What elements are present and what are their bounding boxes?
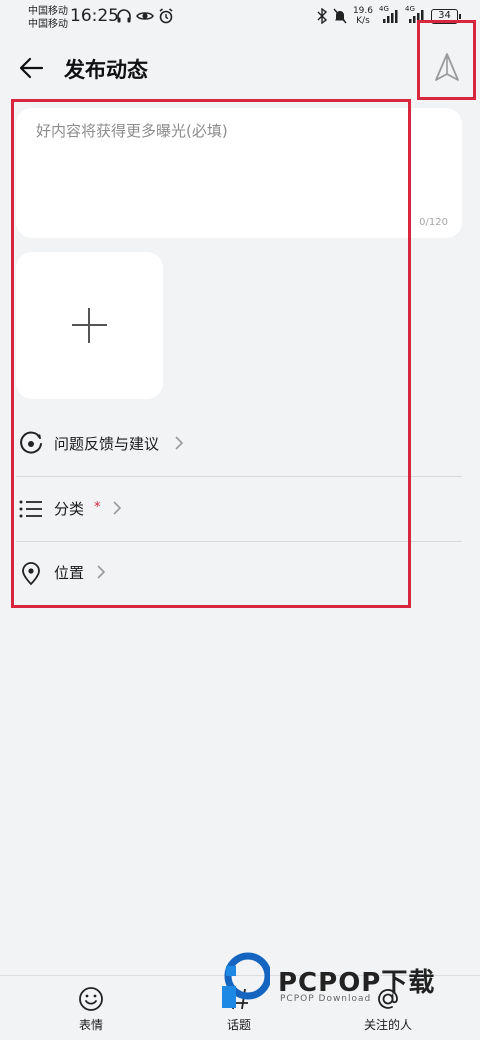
divider xyxy=(16,476,462,477)
location-row[interactable]: 位置 xyxy=(16,542,462,606)
feedback-row[interactable]: 问题反馈与建议 xyxy=(16,413,462,477)
add-image-button[interactable] xyxy=(16,252,163,399)
headphones-icon xyxy=(117,9,131,23)
topic-label: 话题 xyxy=(226,1018,251,1032)
location-pin-icon xyxy=(22,562,40,586)
emoji-label: 表情 xyxy=(78,1018,103,1032)
smiley-icon xyxy=(79,987,103,1011)
at-sign-icon xyxy=(378,989,398,1009)
send-icon[interactable] xyxy=(434,52,460,82)
status-icons-left xyxy=(116,8,174,24)
signal-1: 4G xyxy=(379,5,399,24)
net-speed-unit: K/s xyxy=(356,16,370,26)
clock: 16:25 xyxy=(70,6,119,26)
carrier-1: 中国移动 xyxy=(28,6,68,17)
page-title: 发布动态 xyxy=(64,58,148,82)
mute-icon xyxy=(333,8,347,24)
char-counter: 0/120 xyxy=(419,217,448,228)
plus-icon-vertical xyxy=(88,308,90,343)
location-label: 位置 xyxy=(54,564,85,582)
category-label: 分类 xyxy=(54,500,85,518)
net-speed-value: 19.6 xyxy=(352,6,373,16)
mention-button[interactable]: 关注的人 xyxy=(338,976,438,1040)
hashtag-icon xyxy=(229,988,249,1010)
emoji-button[interactable]: 表情 xyxy=(41,976,141,1040)
topic-button[interactable]: 话题 xyxy=(189,976,289,1040)
chevron-right-icon xyxy=(113,501,122,515)
feedback-icon xyxy=(20,431,42,454)
back-arrow-icon[interactable] xyxy=(16,52,48,84)
feedback-label: 问题反馈与建议 xyxy=(54,435,160,453)
content-editor: 0/120 xyxy=(16,108,462,238)
chevron-right-icon xyxy=(175,436,184,450)
chevron-right-icon xyxy=(97,565,106,579)
carrier-info: 中国移动 中国移动 xyxy=(28,5,68,31)
status-bar: 中国移动 中国移动 16:25 19.6 K/s 4G 4G 34 xyxy=(0,0,480,36)
category-row[interactable]: 分类 * xyxy=(16,478,462,542)
signal-1-label: 4G xyxy=(379,5,389,13)
bluetooth-icon xyxy=(317,8,327,24)
bottom-toolbar: 表情 话题 关注的人 xyxy=(0,975,480,1040)
carrier-2: 中国移动 xyxy=(28,19,68,30)
required-mark: * xyxy=(94,500,101,515)
net-speed: 19.6 K/s xyxy=(353,6,373,26)
eye-icon xyxy=(136,12,154,20)
alarm-icon xyxy=(159,8,173,24)
signal-2-label: 4G xyxy=(405,5,415,13)
list-icon xyxy=(19,500,42,518)
mention-label: 关注的人 xyxy=(363,1018,412,1032)
header: 发布动态 xyxy=(0,40,480,96)
content-input[interactable] xyxy=(16,108,462,238)
